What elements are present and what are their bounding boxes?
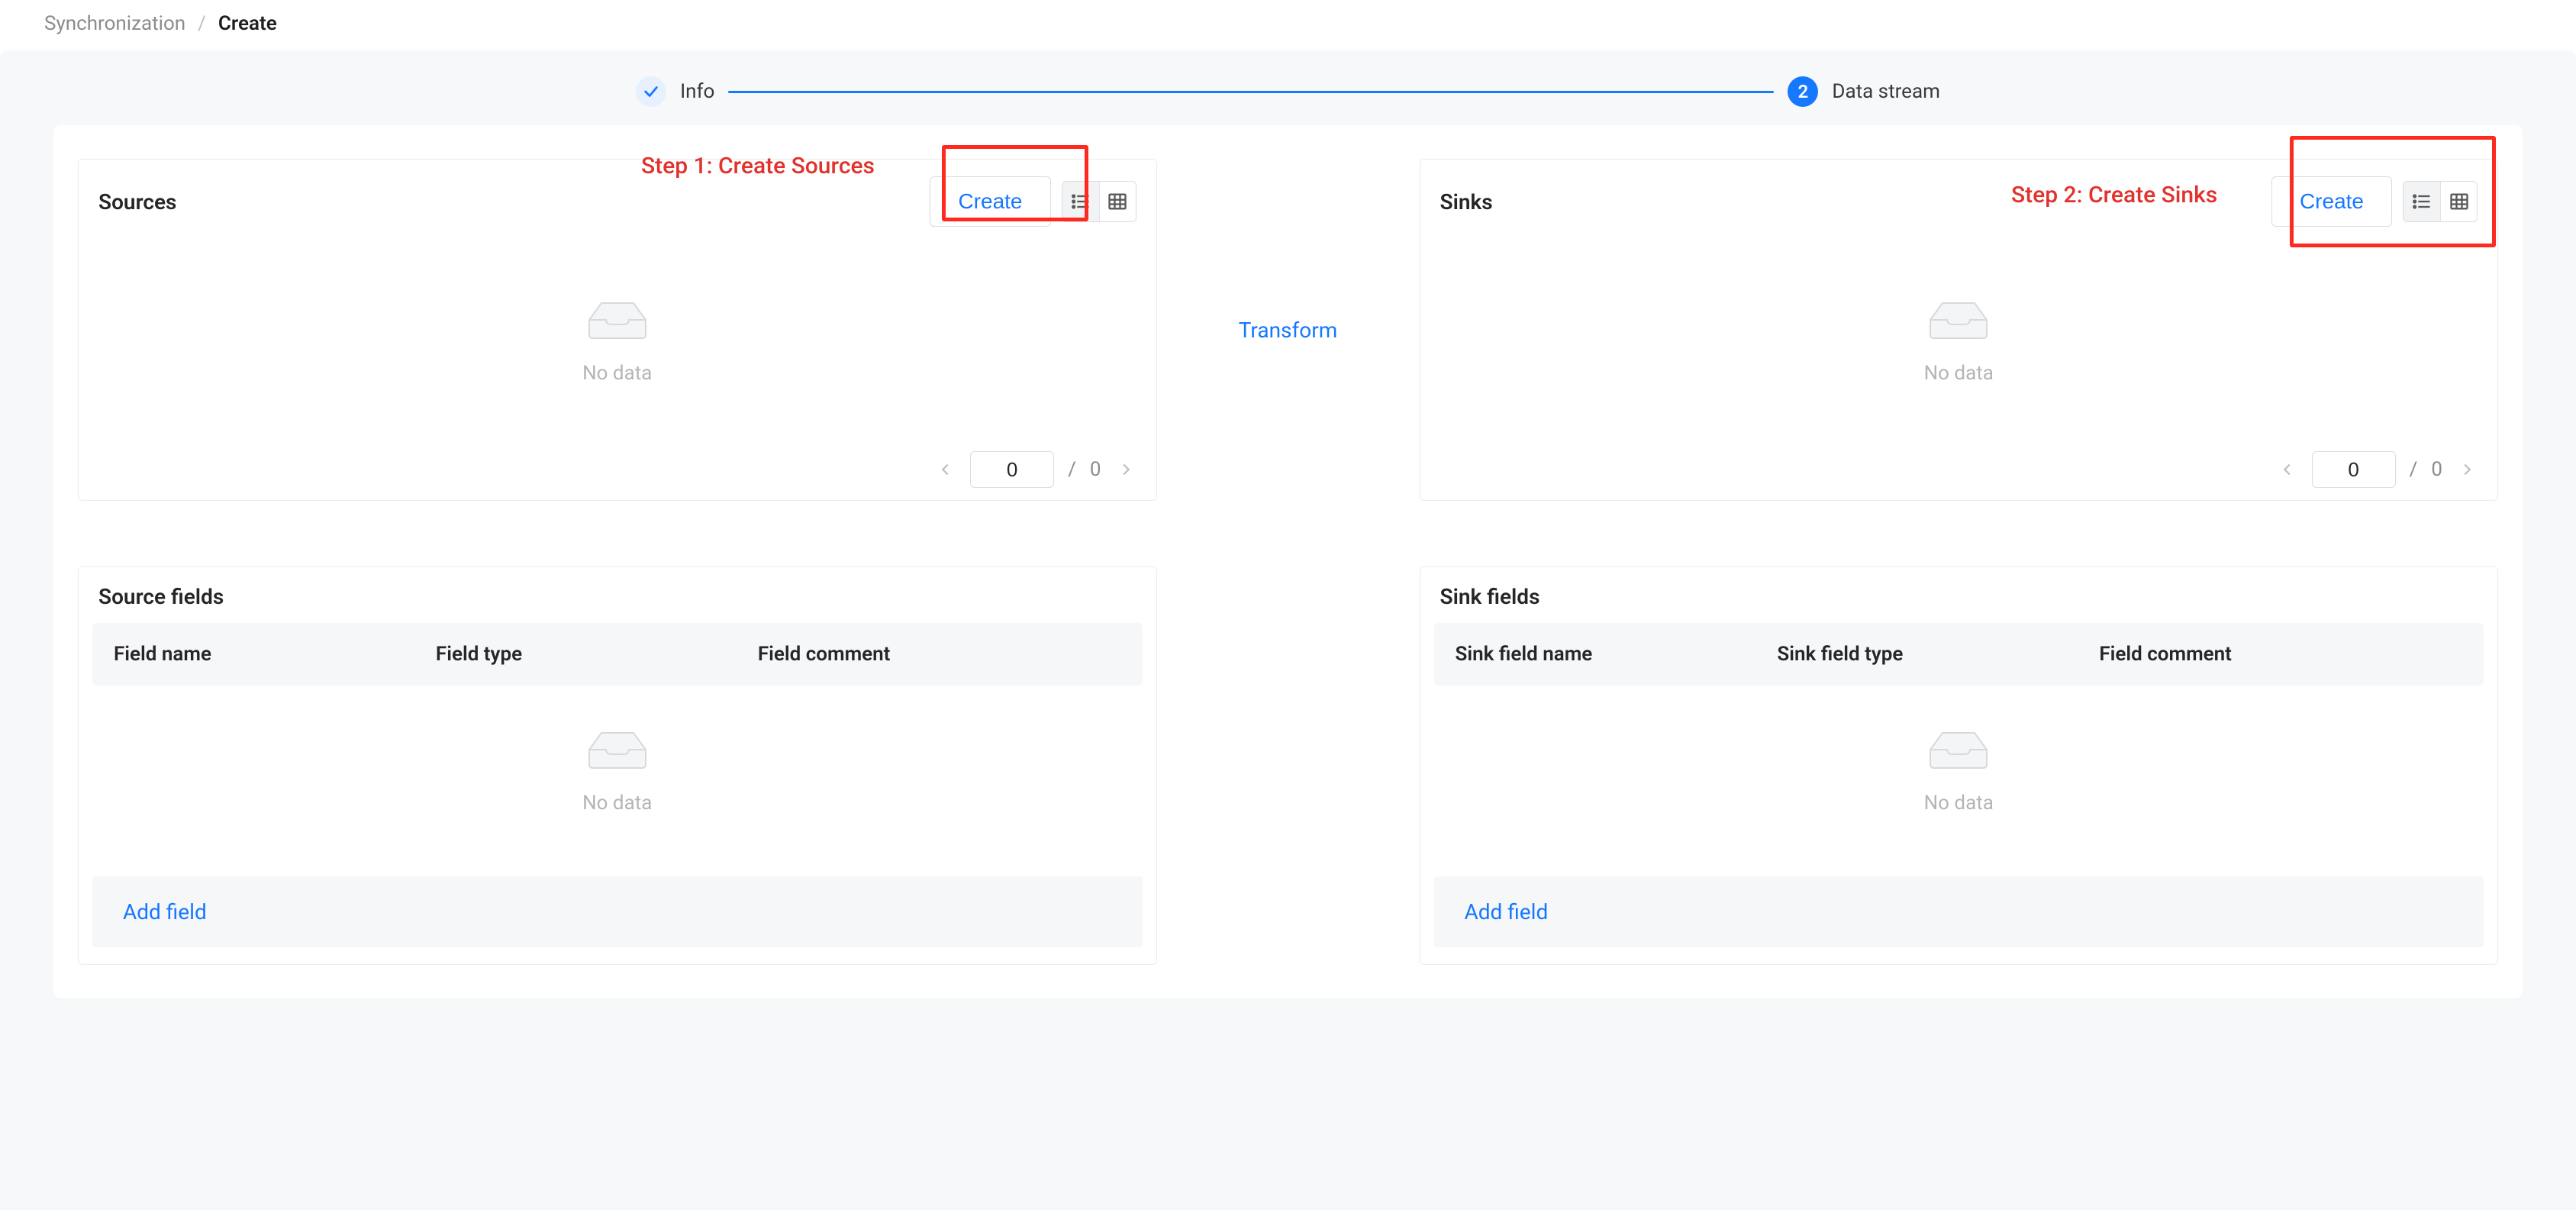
chevron-right-icon[interactable]: [1115, 459, 1136, 480]
wizard-stepper: Info 2 Data stream: [0, 76, 2576, 125]
sinks-page-input[interactable]: [2312, 451, 2396, 488]
sink-fields-empty-text: No data: [1924, 792, 1994, 815]
sources-empty-state: No data: [82, 240, 1153, 439]
sources-view-toggle: [1062, 181, 1136, 222]
sinks-empty-state: No data: [1423, 240, 2495, 439]
breadcrumb: Synchronization / Create: [44, 12, 277, 35]
sinks-page-total: 0: [2431, 458, 2442, 481]
step-data-stream-label: Data stream: [1832, 80, 1940, 103]
sinks-view-toggle: [2403, 181, 2478, 222]
step-info-label: Info: [680, 80, 714, 103]
sinks-pagination: / 0: [1423, 439, 2495, 500]
source-fields-empty: No data: [79, 686, 1156, 853]
sources-empty-text: No data: [582, 362, 652, 385]
pagination-separator: /: [1068, 458, 1076, 481]
create-source-button[interactable]: Create: [930, 176, 1050, 227]
annotation-step1: Step 1: Create Sources: [641, 153, 875, 179]
sources-panel: Sources Create: [78, 159, 1157, 501]
col-sink-field-name: Sink field name: [1434, 623, 1756, 686]
sources-title: Sources: [98, 189, 176, 215]
add-source-field-button[interactable]: Add field: [123, 899, 207, 924]
pagination-separator: /: [2410, 458, 2418, 481]
add-sink-field-button[interactable]: Add field: [1465, 899, 1549, 924]
col-sink-field-type: Sink field type: [1755, 623, 2078, 686]
col-field-comment: Field comment: [737, 623, 1143, 686]
breadcrumb-current: Create: [218, 12, 277, 35]
grid-view-icon[interactable]: [1099, 182, 1136, 221]
sink-fields-panel: Sink fields Sink field name Sink field t…: [1420, 566, 2499, 965]
sink-fields-empty: No data: [1420, 686, 2498, 853]
source-fields-panel: Source fields Field name Field type Fiel…: [78, 566, 1157, 965]
col-field-comment: Field comment: [2078, 623, 2484, 686]
main-content: Sources Create: [53, 125, 2523, 999]
breadcrumb-root[interactable]: Synchronization: [44, 12, 185, 35]
list-view-icon[interactable]: [1062, 182, 1099, 221]
chevron-right-icon[interactable]: [2456, 459, 2478, 480]
inbox-icon: [585, 725, 650, 778]
list-view-icon[interactable]: [2404, 182, 2440, 221]
sink-fields-add-bar: Add field: [1434, 876, 2484, 947]
grid-view-icon[interactable]: [2440, 182, 2477, 221]
sink-fields-title: Sink fields: [1440, 584, 1540, 609]
col-field-name: Field name: [92, 623, 414, 686]
col-field-type: Field type: [414, 623, 737, 686]
create-sink-button[interactable]: Create: [2271, 176, 2392, 227]
step-connector: [728, 91, 1774, 93]
sink-fields-table: Sink field name Sink field type Field co…: [1434, 623, 2484, 686]
source-fields-add-bar: Add field: [92, 876, 1143, 947]
sources-page-total: 0: [1090, 458, 1101, 481]
annotation-step2: Step 2: Create Sinks: [2011, 182, 2217, 208]
step-number-badge: 2: [1788, 76, 1818, 107]
source-fields-table: Field name Field type Field comment: [92, 623, 1143, 686]
source-fields-title: Source fields: [98, 584, 224, 609]
sinks-panel: Sinks Create: [1420, 159, 2499, 501]
chevron-left-icon[interactable]: [935, 459, 956, 480]
inbox-icon: [1926, 295, 1991, 348]
inbox-icon: [1926, 725, 1991, 778]
transform-link[interactable]: Transform: [1239, 318, 1338, 343]
chevron-left-icon[interactable]: [2277, 459, 2298, 480]
sinks-title: Sinks: [1440, 189, 1493, 215]
sinks-empty-text: No data: [1924, 362, 1994, 385]
source-fields-empty-text: No data: [582, 792, 652, 815]
table-header: Field name Field type Field comment: [92, 623, 1143, 686]
step-info[interactable]: Info: [636, 76, 714, 107]
breadcrumb-separator: /: [198, 12, 206, 35]
check-icon: [636, 76, 666, 107]
step-data-stream[interactable]: 2 Data stream: [1788, 76, 1940, 107]
table-header: Sink field name Sink field type Field co…: [1434, 623, 2484, 686]
sources-pagination: / 0: [82, 439, 1153, 500]
inbox-icon: [585, 295, 650, 348]
sources-page-input[interactable]: [970, 451, 1054, 488]
